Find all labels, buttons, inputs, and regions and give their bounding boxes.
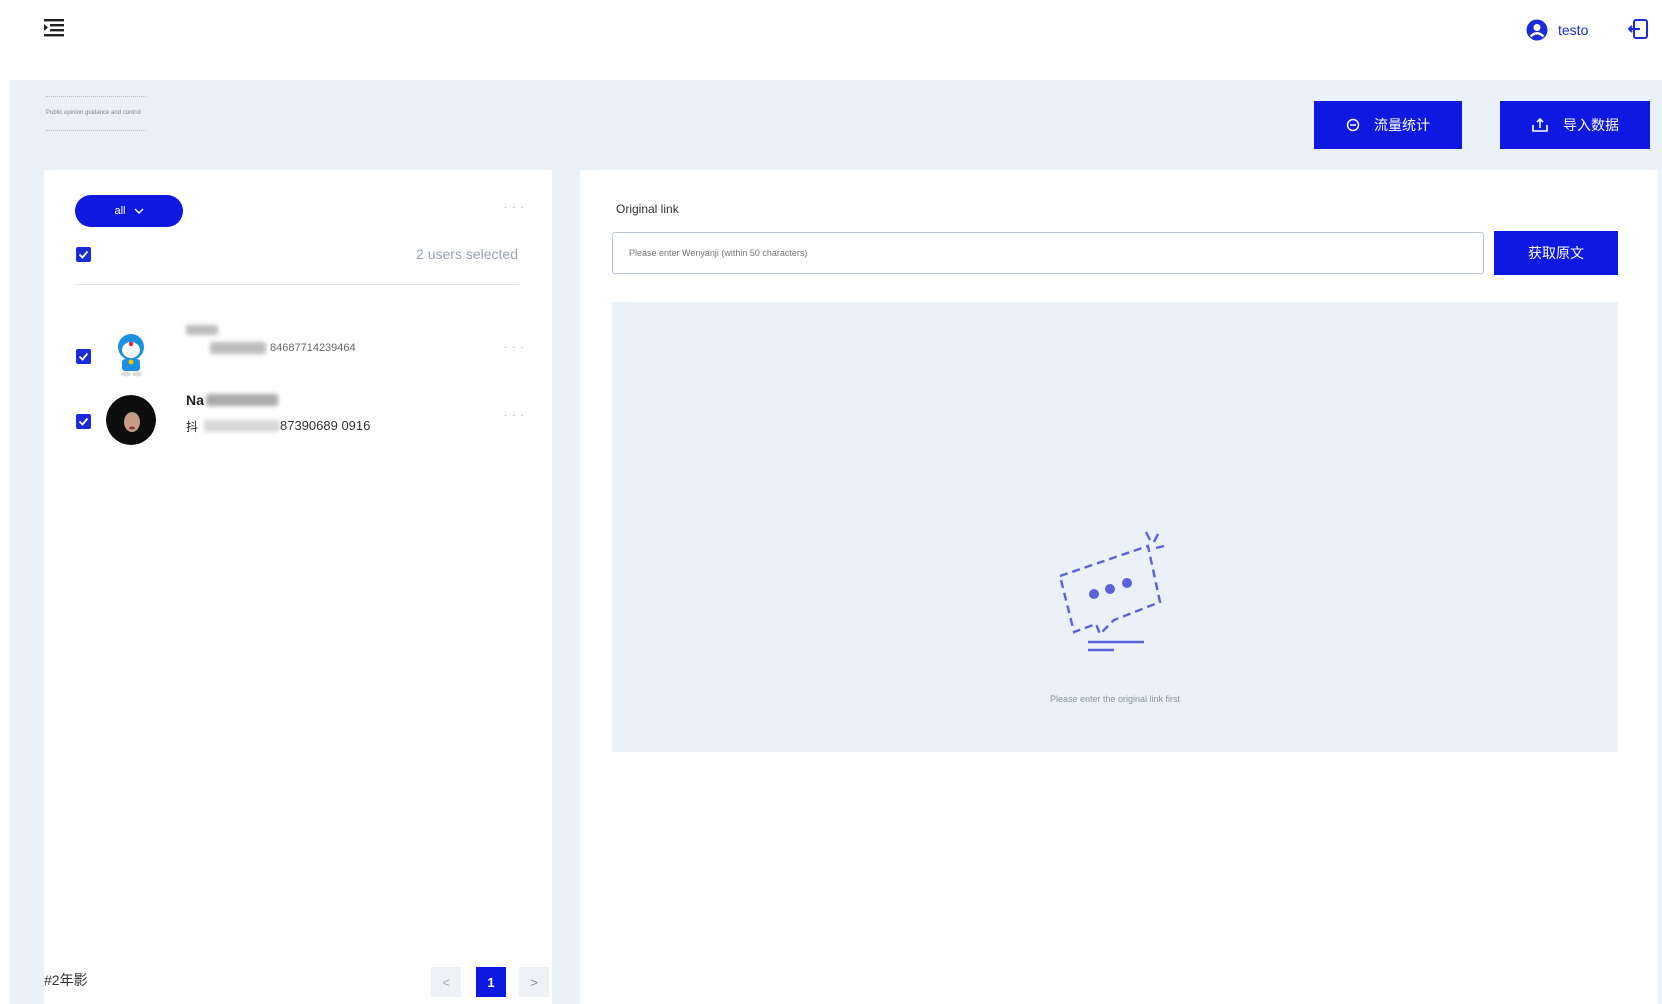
user-more-button[interactable]: · · ·	[504, 342, 525, 353]
user-id: 87390689 0916	[280, 418, 371, 433]
user-list-panel: all · · · 2 users selected 8468771423946…	[44, 170, 552, 1004]
list-item[interactable]: 84687714239464 · · ·	[44, 320, 552, 380]
stats-icon	[1346, 118, 1360, 132]
panel-more-button[interactable]: · · ·	[504, 202, 525, 213]
user-id: 84687714239464	[270, 342, 356, 354]
user-checkbox[interactable]	[76, 349, 91, 364]
user-avatar-icon	[1526, 19, 1548, 41]
avatar	[106, 330, 156, 380]
traffic-stats-label: 流量统计	[1374, 117, 1430, 133]
chevron-down-icon	[134, 208, 143, 214]
fetch-original-button[interactable]: 获取原文	[1494, 231, 1618, 275]
chat-bubble-empty-icon	[1058, 531, 1165, 652]
pagination-current-page[interactable]: 1	[476, 967, 506, 997]
user-filter-dropdown[interactable]: all	[75, 195, 183, 227]
user-checkbox[interactable]	[76, 414, 91, 429]
workspace: Public opinion guidance and control 流量统计…	[10, 80, 1662, 1004]
logout-icon[interactable]	[1628, 18, 1650, 40]
select-all-checkbox[interactable]	[76, 247, 91, 262]
user-more-button[interactable]: · · ·	[504, 410, 525, 421]
pagination-prev[interactable]: <	[431, 967, 461, 997]
page-title-placeholder	[46, 96, 146, 97]
check-icon	[78, 250, 89, 259]
avatar	[106, 395, 156, 445]
pagination-next[interactable]: >	[519, 967, 549, 997]
import-data-label: 导入数据	[1563, 117, 1619, 133]
empty-state: Please enter the original link first	[612, 302, 1618, 752]
check-icon	[78, 352, 89, 361]
check-icon	[78, 417, 89, 426]
id-redacted	[204, 420, 280, 432]
top-bar: testo	[0, 0, 1662, 80]
user-name: Na	[186, 392, 204, 408]
user-platform-prefix: 抖	[186, 420, 199, 434]
user-menu[interactable]: testo	[1526, 18, 1588, 42]
import-data-button[interactable]: 导入数据	[1500, 101, 1650, 149]
selected-count: 2 users selected	[416, 246, 518, 262]
original-link-label: Original link	[616, 202, 679, 216]
page-subtitle: Public opinion guidance and control	[46, 110, 141, 116]
footer-note: #2年影	[44, 972, 88, 988]
name-redacted	[186, 325, 218, 335]
username: testo	[1558, 22, 1589, 38]
upload-icon	[1532, 117, 1548, 132]
fetch-original-label: 获取原文	[1528, 245, 1584, 261]
name-redacted	[206, 394, 278, 406]
traffic-stats-button[interactable]: 流量统计	[1314, 101, 1462, 149]
id-redacted	[210, 342, 266, 354]
filter-label: all	[114, 205, 126, 217]
list-item[interactable]: Na 抖 87390689 0916 · · ·	[44, 390, 552, 450]
page-divider	[46, 130, 146, 131]
original-link-input[interactable]	[612, 232, 1484, 274]
empty-state-text: Please enter the original link first	[1049, 694, 1181, 704]
original-link-panel: Original link 获取原文 Please enter the orig…	[580, 170, 1658, 1004]
list-divider	[75, 284, 519, 285]
menu-fold-icon[interactable]	[44, 18, 66, 38]
